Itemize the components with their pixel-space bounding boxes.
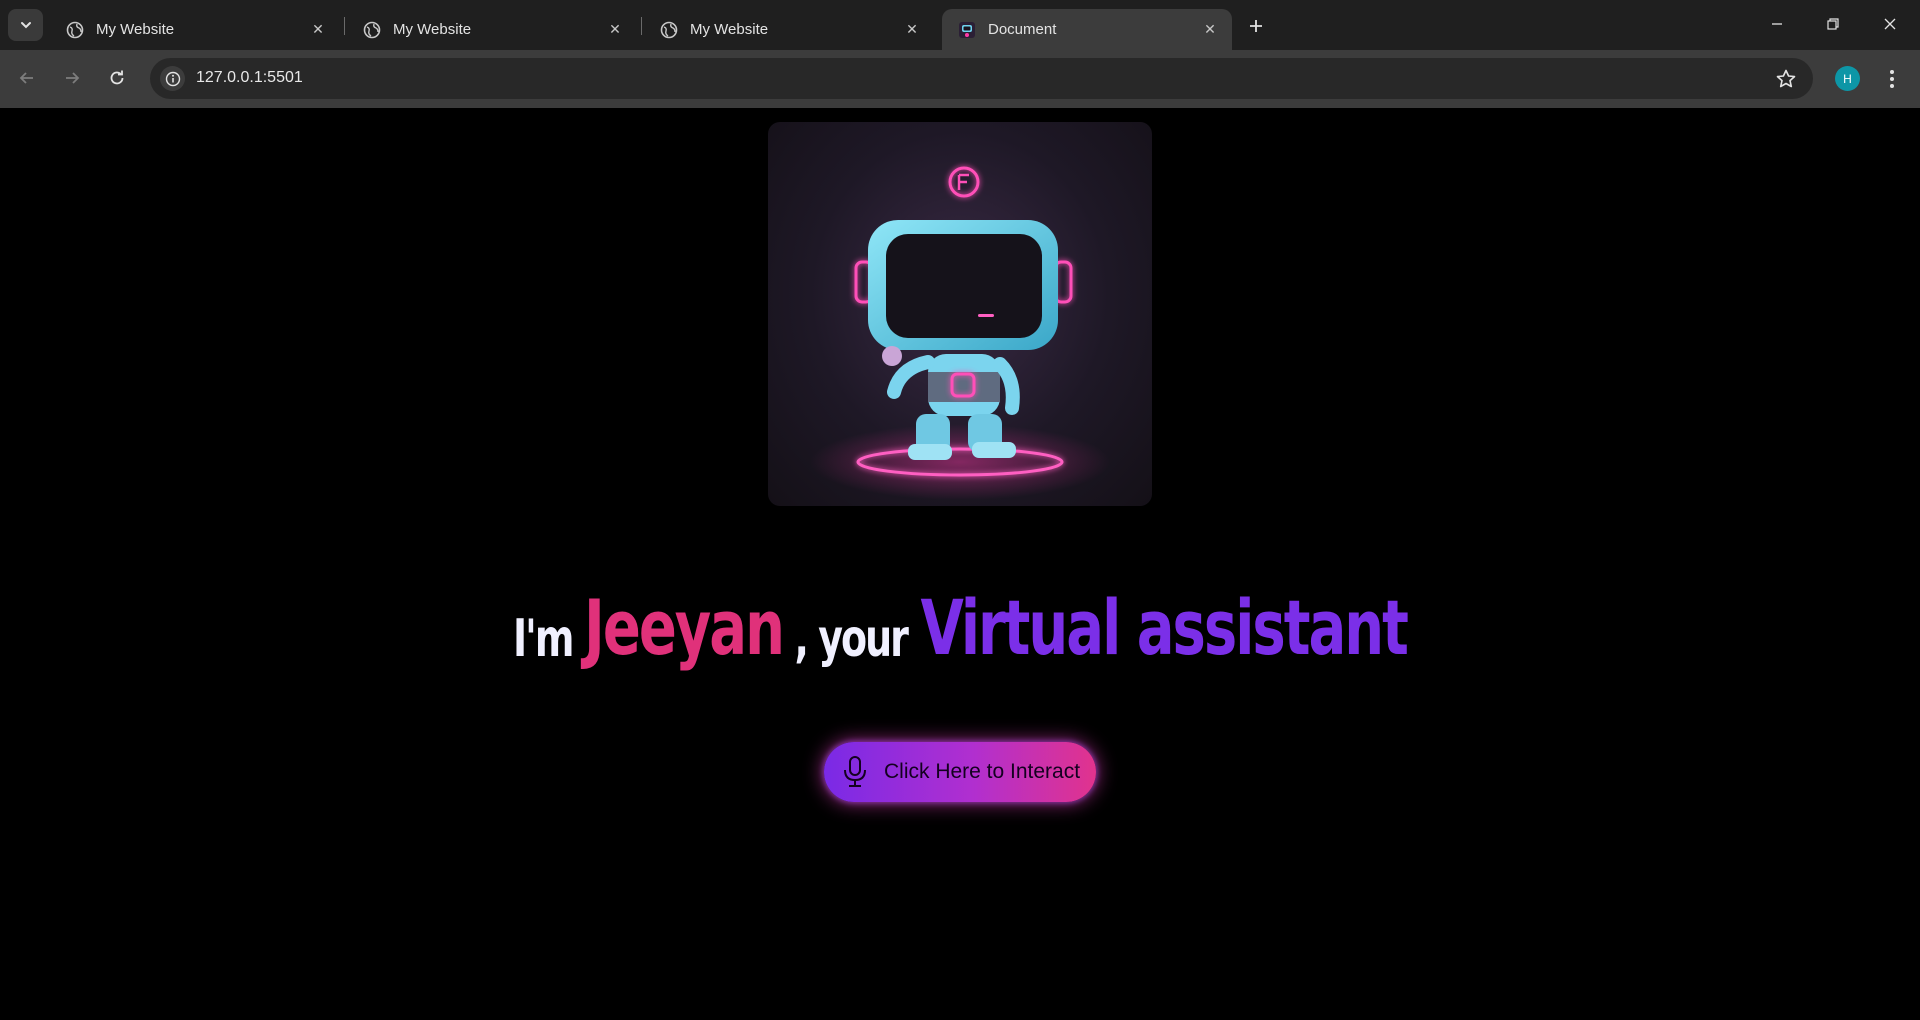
globe-icon: [363, 21, 381, 38]
info-icon: [165, 71, 180, 86]
plus-icon: [1250, 20, 1262, 32]
tab-strip: My Website ✕ My Website ✕ My Website ✕ D…: [0, 0, 1920, 50]
tab-search-button[interactable]: [8, 9, 43, 41]
reload-button[interactable]: [100, 61, 134, 95]
close-icon: [1884, 18, 1896, 30]
url-text[interactable]: 127.0.0.1:5501: [196, 69, 303, 87]
arrow-right-icon: [66, 72, 80, 84]
back-button[interactable]: [10, 61, 44, 95]
neon-robot-illustration: [810, 166, 1110, 500]
headline-middle: , your: [794, 608, 909, 668]
tab-my-website-2[interactable]: My Website ✕: [347, 9, 637, 50]
robot-hero-image: [768, 122, 1152, 506]
robot-favicon-icon: [959, 21, 975, 38]
forward-button[interactable]: [55, 61, 89, 95]
tab-my-website-1[interactable]: My Website ✕: [50, 9, 340, 50]
close-tab-icon[interactable]: ✕: [1200, 20, 1220, 40]
browser-toolbar: 127.0.0.1:5501 H: [0, 50, 1920, 108]
globe-icon: [66, 21, 84, 38]
assistant-role: Virtual assistant: [920, 585, 1408, 673]
close-tab-icon[interactable]: ✕: [605, 20, 625, 40]
more-vertical-icon: [1890, 70, 1894, 88]
globe-icon: [660, 21, 678, 38]
bookmark-star-icon[interactable]: [1775, 68, 1797, 90]
site-info-button[interactable]: [160, 66, 185, 91]
minimize-button[interactable]: [1754, 7, 1800, 41]
reload-icon: [110, 70, 124, 85]
profile-avatar[interactable]: H: [1835, 66, 1860, 91]
address-bar[interactable]: 127.0.0.1:5501: [150, 58, 1813, 99]
tab-title: My Website: [96, 21, 175, 38]
tab-title: My Website: [393, 21, 472, 38]
tab-title: Document: [988, 21, 1057, 38]
tab-my-website-3[interactable]: My Website ✕: [644, 9, 934, 50]
minimize-icon: [1772, 23, 1782, 25]
chevron-down-icon: [20, 22, 31, 29]
interact-button[interactable]: Click Here to Interact: [824, 742, 1096, 802]
headline-prefix: I'm: [513, 608, 574, 668]
tab-divider: [641, 17, 642, 35]
new-tab-button[interactable]: [1240, 12, 1272, 40]
page-viewport: I'm Jeeyan , your Virtual assistant Clic…: [0, 108, 1920, 1020]
tab-divider: [344, 17, 345, 35]
close-tab-icon[interactable]: ✕: [308, 20, 328, 40]
microphone-icon: [844, 756, 866, 787]
restore-icon: [1827, 18, 1839, 30]
interact-button-label: Click Here to Interact: [884, 760, 1081, 783]
close-window-button[interactable]: [1867, 7, 1913, 41]
restore-button[interactable]: [1810, 7, 1856, 41]
arrow-left-icon: [19, 72, 33, 84]
browser-menu-button[interactable]: [1880, 64, 1904, 94]
assistant-name: Jeeyan: [584, 585, 785, 673]
tab-title: My Website: [690, 21, 769, 38]
headline: I'm Jeeyan , your Virtual assistant: [0, 585, 1920, 673]
close-tab-icon[interactable]: ✕: [902, 20, 922, 40]
tab-document[interactable]: Document ✕: [942, 9, 1232, 50]
